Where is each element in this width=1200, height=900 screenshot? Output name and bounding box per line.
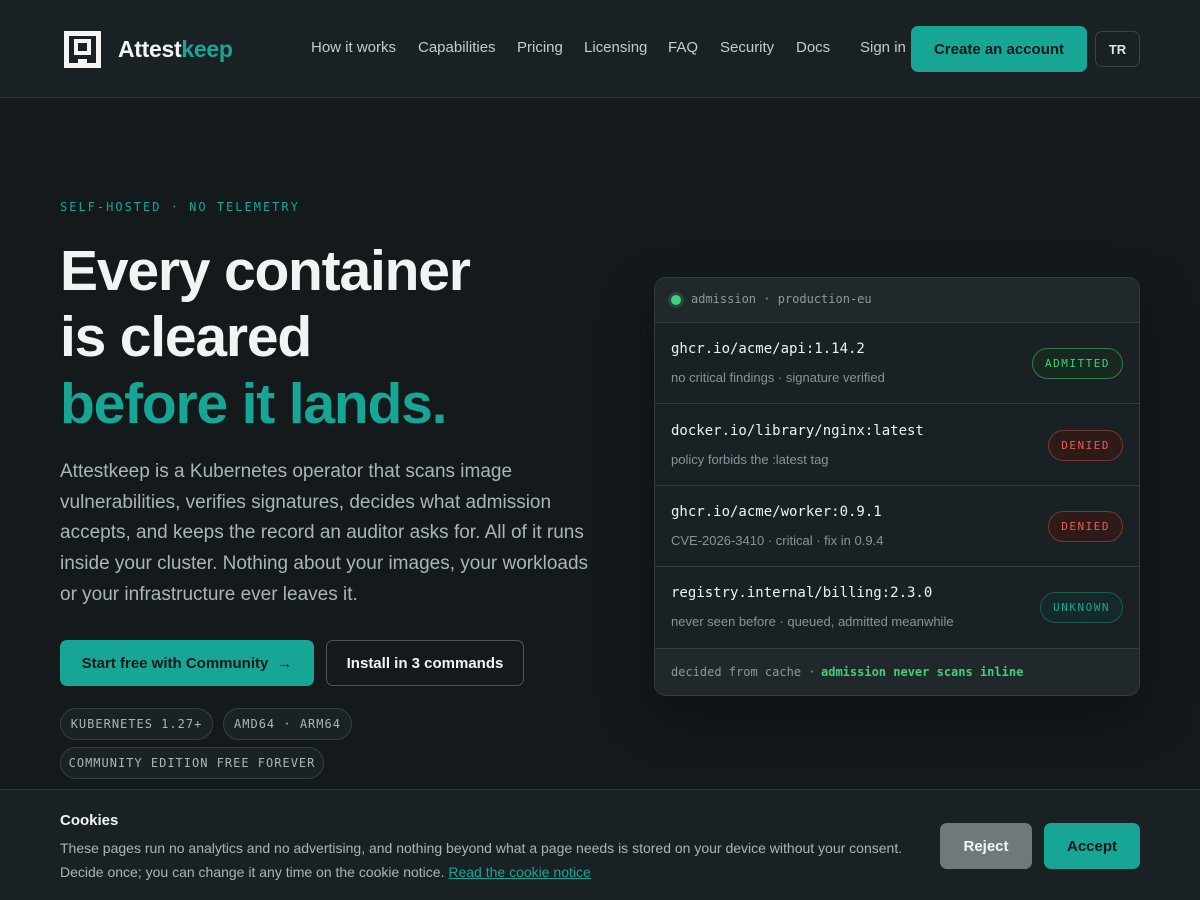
brand-name-part2: keep: [181, 36, 233, 62]
create-account-button[interactable]: Create an account: [911, 26, 1087, 72]
start-free-button-label: Start free with Community: [81, 654, 269, 672]
cookie-banner: Cookies These pages run no analytics and…: [0, 789, 1200, 900]
admission-row-detail: never seen before · queued, admitted mea…: [671, 614, 954, 629]
status-badge: UNKNOWN: [1040, 592, 1123, 623]
nav-how-it-works[interactable]: How it works: [311, 39, 396, 56]
nav-pricing[interactable]: Pricing: [517, 39, 563, 56]
admission-card: admission · production-eu ghcr.io/acme/a…: [654, 277, 1140, 696]
admission-row: registry.internal/billing:2.3.0 never se…: [655, 567, 1139, 649]
attestkeep-logo-icon[interactable]: [64, 31, 101, 68]
install-button[interactable]: Install in 3 commands: [326, 640, 524, 686]
chip-community-edition: COMMUNITY EDITION FREE FOREVER: [60, 747, 324, 779]
cookie-notice-link[interactable]: Read the cookie notice: [448, 864, 590, 880]
status-badge: DENIED: [1048, 511, 1123, 542]
admission-row-detail: no critical findings · signature verifie…: [671, 370, 885, 385]
cookie-title: Cookies: [60, 812, 119, 829]
hero-eyebrow: SELF-HOSTED · NO TELEMETRY: [60, 200, 300, 214]
sign-in-link[interactable]: Sign in: [860, 39, 906, 56]
admission-card-header: admission · production-eu: [655, 278, 1139, 323]
admission-row: ghcr.io/acme/worker:0.9.1 CVE-2026-3410 …: [655, 486, 1139, 567]
status-badge: ADMITTED: [1032, 348, 1123, 379]
admission-row-image: docker.io/library/nginx:latest: [671, 423, 924, 439]
brand-name-part1: Attest: [118, 36, 182, 62]
brand-name[interactable]: Attestkeep: [118, 36, 233, 63]
hero-title-line1: Every container: [60, 239, 471, 303]
admission-row-detail: CVE-2026-3410 · critical · fix in 0.9.4: [671, 533, 884, 548]
status-dot-icon: [671, 295, 681, 305]
admission-row: docker.io/library/nginx:latest policy fo…: [655, 405, 1139, 486]
chip-architectures: AMD64 · ARM64: [223, 708, 352, 740]
start-free-button[interactable]: Start free with Community →: [60, 640, 314, 686]
admission-card-footer: decided from cache · admission never sca…: [655, 649, 1139, 695]
admission-footer-highlight: admission never scans inline: [821, 665, 1024, 679]
admission-row: ghcr.io/acme/api:1.14.2 no critical find…: [655, 323, 1139, 404]
admission-footer-prefix: decided from cache ·: [671, 665, 816, 679]
admission-row-image: registry.internal/billing:2.3.0: [671, 585, 933, 601]
cookie-text: These pages run no analytics and no adve…: [60, 837, 920, 884]
admission-row-detail: policy forbids the :latest tag: [671, 452, 829, 467]
cookie-accept-button[interactable]: Accept: [1044, 823, 1140, 869]
nav-docs[interactable]: Docs: [796, 39, 830, 56]
chip-kubernetes-version: KUBERNETES 1.27+: [60, 708, 213, 740]
language-switcher-button[interactable]: TR: [1095, 31, 1140, 67]
admission-row-image: ghcr.io/acme/worker:0.9.1: [671, 504, 882, 520]
status-badge: DENIED: [1048, 430, 1123, 461]
nav-capabilities[interactable]: Capabilities: [418, 39, 496, 56]
nav-security[interactable]: Security: [720, 39, 774, 56]
hero-title-line2: is cleared: [60, 305, 312, 369]
nav-faq[interactable]: FAQ: [668, 39, 698, 56]
nav-licensing[interactable]: Licensing: [584, 39, 647, 56]
admission-row-image: ghcr.io/acme/api:1.14.2: [671, 341, 865, 357]
cookie-reject-button[interactable]: Reject: [940, 823, 1032, 869]
hero-lead-text: Attestkeep is a Kubernetes operator that…: [60, 461, 589, 605]
hero-title-line3: before it lands.: [60, 372, 447, 436]
site-header: Attestkeep How it works Capabilities Pri…: [0, 0, 1200, 98]
arrow-right-icon: →: [277, 654, 293, 672]
admission-card-title: admission · production-eu: [691, 292, 872, 306]
